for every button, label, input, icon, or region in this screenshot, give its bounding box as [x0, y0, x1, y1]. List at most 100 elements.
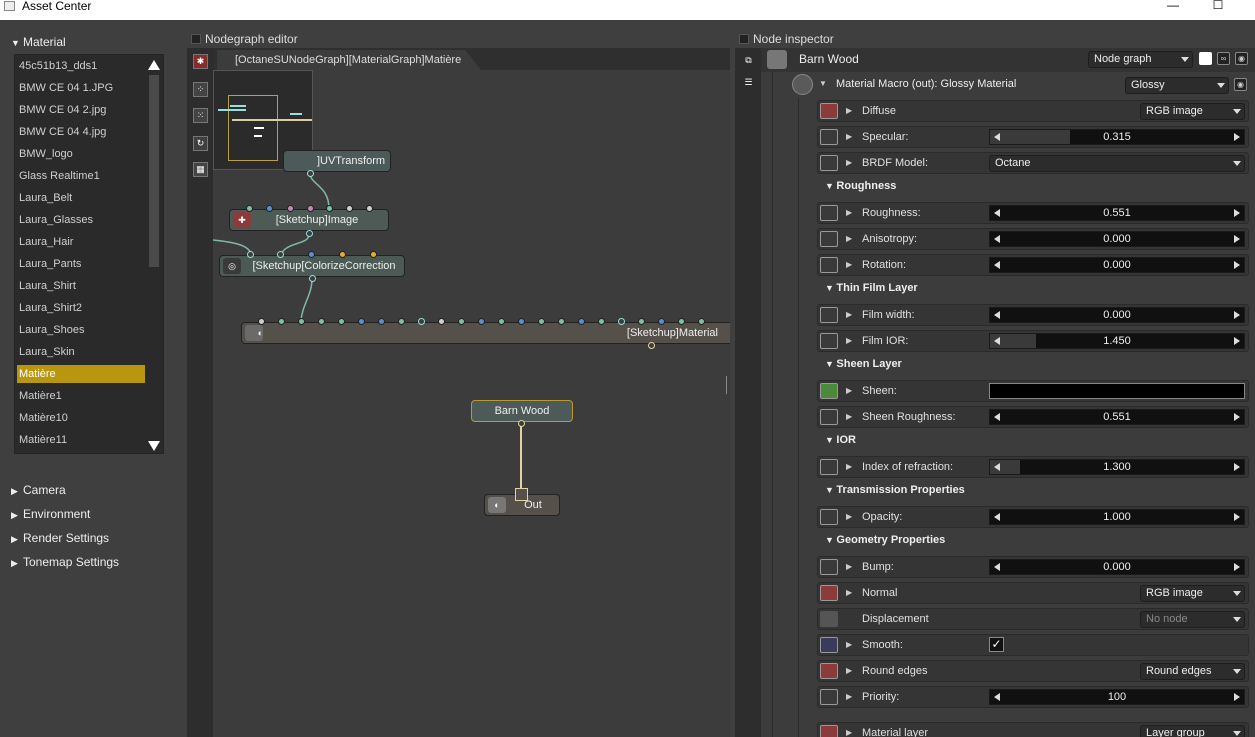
material-list-item[interactable]: Laura_Belt: [17, 189, 145, 207]
expand-arrow-icon[interactable]: ▶: [846, 583, 852, 603]
section-header-camera[interactable]: ▶ Camera: [11, 483, 66, 497]
node-material[interactable]: ◐ [Sketchup]Material: [241, 322, 730, 344]
node-barn-wood[interactable]: Barn Wood: [471, 400, 573, 422]
expand-arrow-icon[interactable]: ▶: [846, 557, 852, 577]
input-type-combo[interactable]: Round edges: [1140, 663, 1245, 680]
material-list-item[interactable]: BMW CE 04 1.JPG: [17, 79, 145, 97]
grid-icon[interactable]: ▦: [193, 162, 208, 177]
material-list-item[interactable]: Laura_Skin: [17, 343, 145, 361]
property-type-icon[interactable]: [820, 155, 838, 171]
node-colorize-correction[interactable]: ◎ [Sketchup[ColorizeCorrection: [219, 255, 405, 277]
property-type-icon[interactable]: [820, 459, 838, 475]
node-pin[interactable]: [318, 318, 325, 325]
material-type-combo[interactable]: Glossy: [1125, 77, 1229, 94]
expand-arrow-icon[interactable]: ▶: [846, 507, 852, 527]
expand-arrow-icon[interactable]: ▶: [846, 381, 852, 401]
node-pin[interactable]: [638, 318, 645, 325]
node-pin[interactable]: [458, 318, 465, 325]
node-pin[interactable]: [308, 251, 315, 258]
expand-arrow-icon[interactable]: ▶: [846, 635, 852, 655]
brdf-model-combo[interactable]: Octane: [989, 155, 1245, 172]
material-list-item[interactable]: Laura_Pants: [17, 255, 145, 273]
smooth-checkbox[interactable]: ✓: [989, 637, 1004, 652]
material-section-header[interactable]: ▼ Material: [11, 35, 66, 49]
node-pin[interactable]: [558, 318, 565, 325]
property-type-icon[interactable]: [820, 129, 838, 145]
expand-arrow-icon[interactable]: ▶: [846, 203, 852, 223]
group-header[interactable]: ▼ Sheen Layer: [825, 358, 902, 370]
node-pin[interactable]: [306, 230, 313, 237]
value-slider[interactable]: 1.000: [989, 509, 1245, 525]
node-pin[interactable]: [518, 420, 525, 427]
node-pin[interactable]: [378, 318, 385, 325]
node-pin[interactable]: [366, 205, 373, 212]
layout-nodes-icon[interactable]: ⁘: [193, 82, 208, 97]
material-list-item[interactable]: Laura_Glasses: [17, 211, 145, 229]
group-header[interactable]: ▼ IOR: [825, 434, 856, 446]
material-list-item[interactable]: Matière1: [17, 387, 145, 405]
property-type-icon[interactable]: [820, 383, 838, 399]
material-list-item[interactable]: Laura_Shirt: [17, 277, 145, 295]
node-pin[interactable]: [358, 318, 365, 325]
property-type-icon[interactable]: [820, 585, 838, 601]
nodegraph-float-checkbox[interactable]: [191, 34, 201, 44]
property-type-icon[interactable]: [820, 689, 838, 705]
value-slider[interactable]: 0.315: [989, 129, 1245, 145]
node-pin[interactable]: [326, 205, 333, 212]
value-slider[interactable]: 0.000: [989, 231, 1245, 247]
maximize-button[interactable]: ☐: [1203, 0, 1233, 14]
value-slider[interactable]: 100: [989, 689, 1245, 705]
expand-arrow-icon[interactable]: ▶: [846, 687, 852, 707]
property-type-icon[interactable]: [820, 231, 838, 247]
node-image[interactable]: ✚ [Sketchup]Image: [229, 209, 389, 231]
property-type-icon[interactable]: [820, 725, 838, 737]
node-pin[interactable]: [598, 318, 605, 325]
eye-icon[interactable]: ◉: [1235, 52, 1248, 65]
node-pin[interactable]: [478, 318, 485, 325]
node-pin[interactable]: [298, 318, 305, 325]
input-type-combo[interactable]: RGB image: [1140, 585, 1245, 602]
node-pin[interactable]: [498, 318, 505, 325]
node-pin[interactable]: [346, 205, 353, 212]
recenter-icon[interactable]: ✱: [193, 54, 208, 69]
input-type-combo[interactable]: No node: [1140, 611, 1245, 628]
property-type-icon[interactable]: [820, 333, 838, 349]
node-pin[interactable]: [578, 318, 585, 325]
macro-expand-arrow[interactable]: ▼: [819, 79, 827, 88]
material-list-scrollbar[interactable]: [146, 55, 163, 455]
expand-arrow-icon[interactable]: ▶: [846, 661, 852, 681]
node-pin[interactable]: [258, 318, 265, 325]
value-slider[interactable]: 0.000: [989, 559, 1245, 575]
node-pin[interactable]: [518, 318, 525, 325]
expand-arrow-icon[interactable]: ▶: [846, 331, 852, 351]
node-pin[interactable]: [338, 318, 345, 325]
material-list-item[interactable]: Laura_Shoes: [17, 321, 145, 339]
expand-all-icon[interactable]: ⧉: [741, 54, 756, 69]
value-slider[interactable]: 0.551: [989, 409, 1245, 425]
group-header[interactable]: ▼ Geometry Properties: [825, 534, 945, 546]
node-pin[interactable]: [618, 318, 625, 325]
group-header[interactable]: ▼ Roughness: [825, 180, 896, 192]
node-color-swatch[interactable]: [767, 50, 787, 69]
material-list-item[interactable]: Matière10: [17, 409, 145, 427]
collapse-all-icon[interactable]: ☰: [741, 76, 756, 91]
material-list-item[interactable]: Laura_Shirt2: [17, 299, 145, 317]
property-type-icon[interactable]: [820, 663, 838, 679]
expand-arrow-icon[interactable]: ▶: [846, 723, 852, 737]
expand-arrow-icon[interactable]: ▶: [846, 457, 852, 477]
material-list-item[interactable]: Glass Realtime1: [17, 167, 145, 185]
white-swatch-button[interactable]: [1199, 52, 1212, 65]
node-pin[interactable]: [278, 318, 285, 325]
expand-arrow-icon[interactable]: ▶: [846, 407, 852, 427]
property-type-icon[interactable]: [820, 307, 838, 323]
node-pin[interactable]: [698, 318, 705, 325]
scroll-up-icon[interactable]: [148, 60, 160, 70]
node-pin[interactable]: [307, 205, 314, 212]
node-pin[interactable]: [309, 275, 316, 282]
node-pin[interactable]: [418, 318, 425, 325]
group-header[interactable]: ▼ Transmission Properties: [825, 484, 965, 496]
expand-arrow-icon[interactable]: ▶: [846, 255, 852, 275]
sheen-color-swatch[interactable]: [989, 383, 1245, 399]
node-pin[interactable]: [538, 318, 545, 325]
scroll-thumb[interactable]: [149, 75, 159, 267]
